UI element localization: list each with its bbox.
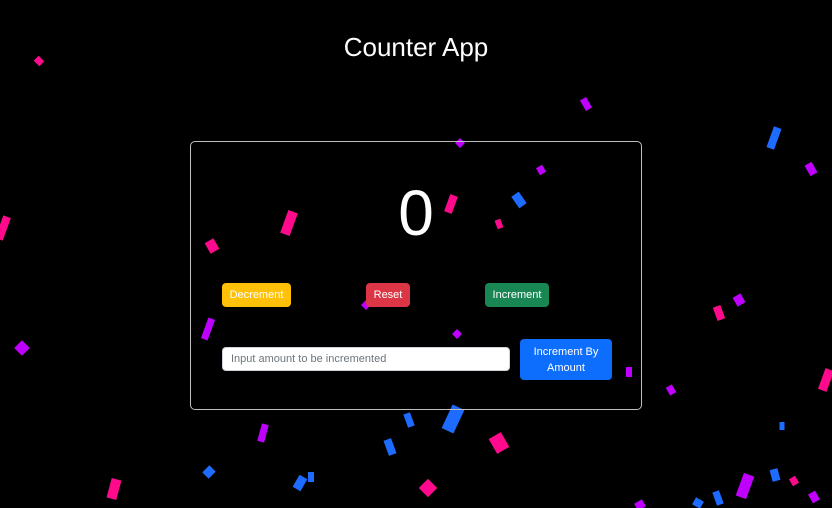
confetti-piece [0,215,11,241]
app-viewport: Counter App 0 Decrement Reset Increment … [0,0,832,508]
decrement-button[interactable]: Decrement [222,283,291,307]
confetti-piece [202,465,216,479]
confetti-piece [418,478,438,498]
confetti-piece [383,438,397,456]
confetti-piece [403,412,415,428]
confetti-piece [692,497,704,508]
page-title: Counter App [343,32,489,62]
confetti-piece [665,384,677,396]
confetti-piece [735,472,755,500]
reset-button[interactable]: Reset [366,283,410,307]
confetti-piece [308,472,314,482]
confetti-piece [712,305,726,321]
confetti-piece [634,499,646,508]
confetti-piece [788,475,800,487]
increment-button[interactable]: Increment [485,283,549,307]
confetti-piece [808,490,820,504]
confetti-piece [779,422,785,430]
increment-amount-input[interactable] [222,347,510,371]
confetti-piece [106,478,122,500]
confetti-piece [579,97,593,111]
confetti-piece [14,340,30,356]
confetti-piece [712,490,724,506]
confetti-piece [769,468,781,482]
counter-value: 0 [398,177,434,249]
confetti-piece [766,126,782,150]
confetti-piece [804,161,818,177]
increment-by-amount-button[interactable]: Increment By Amount [520,339,612,380]
confetti-piece [257,423,269,443]
confetti-piece [818,368,832,392]
confetti-piece [732,293,746,307]
confetti-piece [488,432,510,454]
confetti-piece [292,474,308,492]
